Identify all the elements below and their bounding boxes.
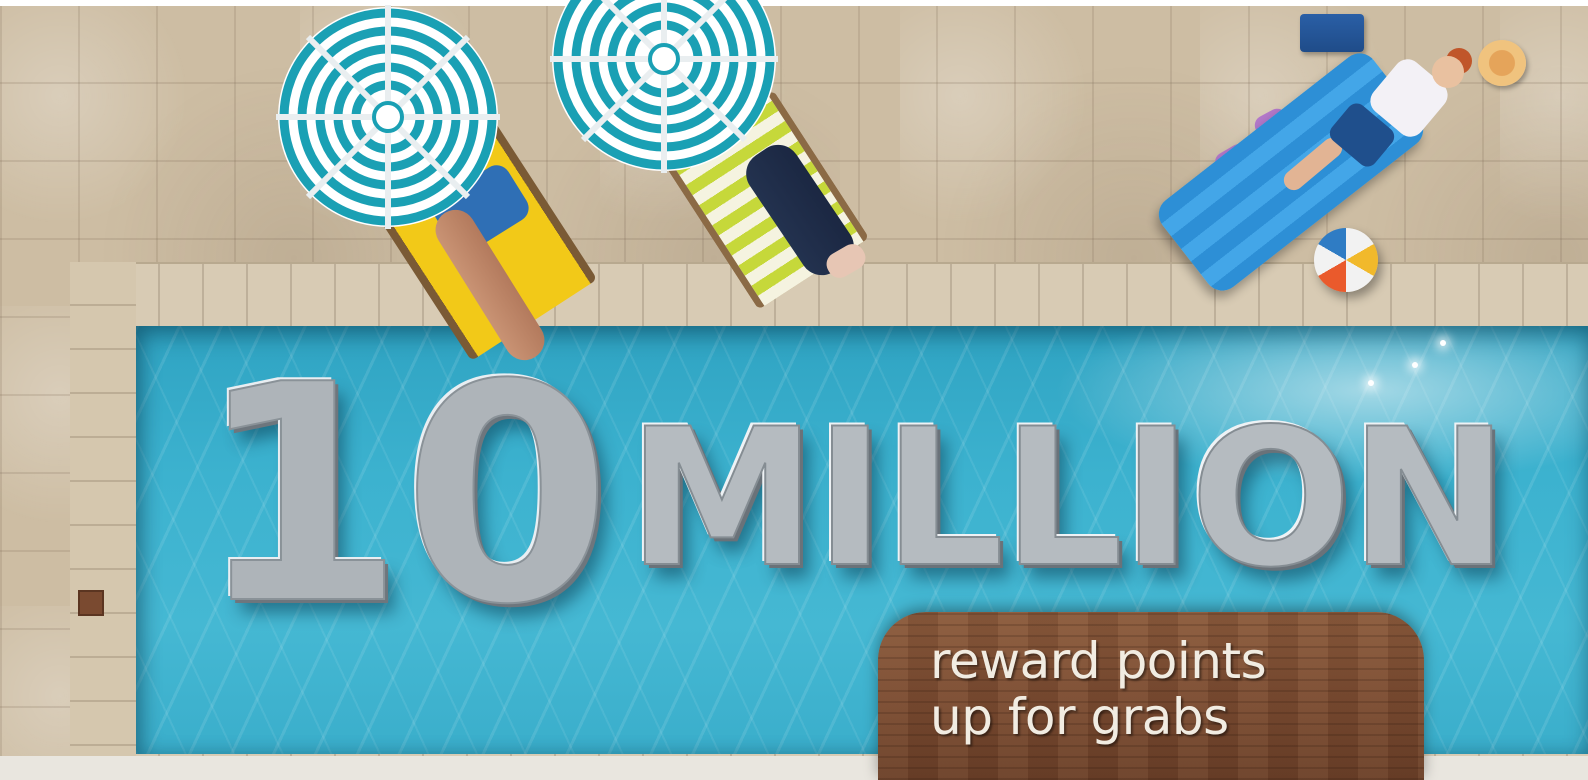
- umbrella-icon: [264, 4, 512, 230]
- sun-hat-icon: [1478, 40, 1526, 86]
- pool-coping-side: [70, 262, 136, 768]
- headline-word: MILLION: [626, 388, 1509, 609]
- sign-line-2: up for grabs: [930, 688, 1229, 746]
- towel-icon: [1300, 14, 1364, 52]
- drain-icon: [78, 590, 104, 616]
- promo-banner: 10 MILLION reward points up for grabs: [0, 0, 1588, 780]
- headline-number: 10: [195, 321, 612, 670]
- sparkle: [1412, 362, 1418, 368]
- sign-line-1: reward points: [930, 632, 1267, 690]
- kid-head: [1432, 56, 1464, 88]
- wooden-sign: reward points up for grabs: [878, 612, 1424, 780]
- balloon-headline: 10 MILLION: [195, 321, 1510, 670]
- sparkle: [1440, 340, 1446, 346]
- umbrella-icon: [542, 0, 786, 174]
- beach-ball-icon: [1314, 228, 1378, 292]
